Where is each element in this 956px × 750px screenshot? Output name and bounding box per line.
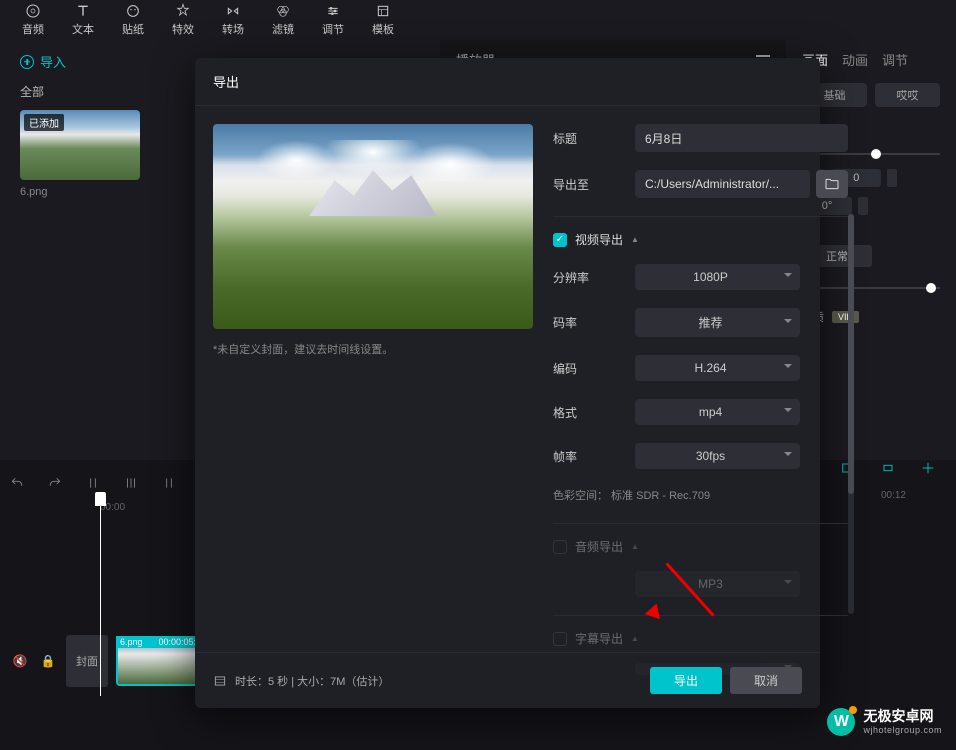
toolbar-template[interactable]: 模板 [358,0,408,40]
preview-hint: *未自定义封面，建议去时间线设置。 [213,341,533,357]
toolbar-effect[interactable]: 特效 [158,0,208,40]
dialog-title: 导出 [195,58,820,106]
rotation-spinner[interactable] [858,197,868,215]
top-toolbar: 音频 文本 贴纸 特效 转场 滤镜 调节 模板 [0,0,956,40]
toolbar-transition[interactable]: 转场 [208,0,258,40]
tab-animation[interactable]: 动画 [842,50,868,69]
export-dialog: 导出 *未自定义封面，建议去时间线设置。 标题 导出至 [195,58,820,708]
chevron-up-icon[interactable]: ▲ [631,542,639,551]
bitrate-select[interactable]: 推荐 [635,308,800,337]
footer-info-text: 时长：5 秒 | 大小：7M（估计） [235,673,389,689]
fps-select[interactable]: 30fps [635,443,800,469]
codec-label: 编码 [553,360,635,377]
export-path-input[interactable] [635,170,810,198]
format-label: 格式 [553,404,635,421]
bg-button[interactable]: 哎哎 [875,83,940,107]
lock-icon[interactable]: 🔒 [38,654,58,668]
bitrate-label: 码率 [553,314,635,331]
colorspace-info: 色彩空间： 标准 SDR - Rec.709 [553,487,848,503]
resolution-label: 分辨率 [553,269,635,286]
toolbar-filter[interactable]: 滤镜 [258,0,308,40]
dialog-scrollbar[interactable] [848,214,854,614]
format-select[interactable]: mp4 [635,399,800,425]
split2-icon[interactable] [124,476,138,490]
media-thumbnail[interactable]: 已添加 [20,110,140,180]
cancel-button[interactable]: 取消 [730,667,802,694]
x-spinner[interactable] [887,169,897,187]
timeline-tool3-icon[interactable] [920,460,936,479]
mute-icon[interactable]: 🔇 [10,654,30,668]
folder-icon [824,176,840,192]
title-input[interactable] [635,124,848,152]
split-icon[interactable] [86,476,100,490]
browse-folder-button[interactable] [816,170,848,198]
chevron-up-icon[interactable]: ▲ [631,235,639,244]
playhead[interactable] [100,496,101,696]
added-badge: 已添加 [24,114,64,131]
tab-adjust[interactable]: 调节 [882,50,908,69]
export-button[interactable]: 导出 [650,667,722,694]
import-button[interactable]: 导入 [20,52,66,71]
timeline-tool2-icon[interactable] [880,460,896,479]
watermark: W 无极安卓网 wjhotelgroup.com [827,708,942,736]
chevron-up-icon[interactable]: ▲ [631,634,639,643]
fps-label: 帧率 [553,448,635,465]
video-export-checkbox[interactable] [553,233,567,247]
video-section-title: 视频导出 [575,231,623,248]
export-to-label: 导出至 [553,176,635,193]
audio-section-title: 音频导出 [575,538,623,555]
title-label: 标题 [553,130,635,147]
undo-icon[interactable] [10,476,24,490]
toolbar-text[interactable]: 文本 [58,0,108,40]
audio-export-checkbox[interactable] [553,540,567,554]
annotation-arrow [660,568,720,628]
export-preview [213,124,533,329]
codec-select[interactable]: H.264 [635,355,800,381]
subtitle-export-checkbox[interactable] [553,632,567,646]
cover-button[interactable]: 封面 [66,635,108,687]
toolbar-sticker[interactable]: 贴纸 [108,0,158,40]
subtitle-section-title: 字幕导出 [575,630,623,647]
redo-icon[interactable] [48,476,62,490]
toolbar-audio[interactable]: 音频 [8,0,58,40]
watermark-logo-icon: W [827,708,855,736]
time-mark-12: 00:12 [881,490,906,501]
film-icon [213,674,227,688]
watermark-cn: 无极安卓网 [863,708,942,725]
split3-icon[interactable] [162,476,176,490]
resolution-select[interactable]: 1080P [635,264,800,290]
watermark-en: wjhotelgroup.com [863,725,942,736]
plus-icon [20,55,34,69]
toolbar-adjust[interactable]: 调节 [308,0,358,40]
